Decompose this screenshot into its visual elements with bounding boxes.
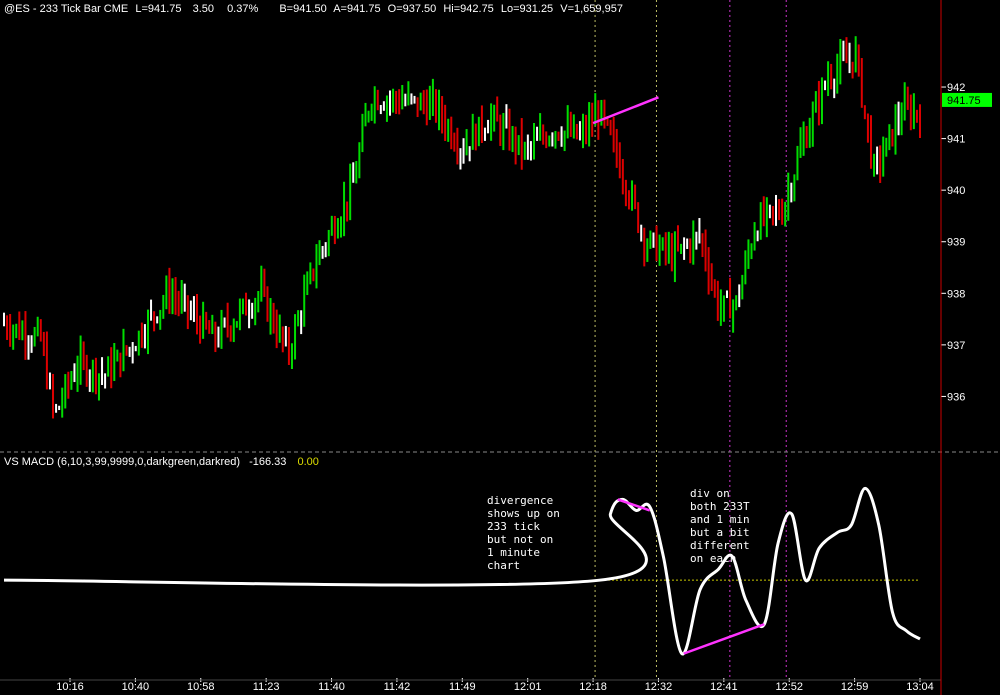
annotation-1-line-5: 1 minute [487, 546, 540, 559]
last-price-label: 941.75 [947, 95, 981, 107]
annotation-1-line-2: shows up on [487, 507, 560, 520]
header-high: Hi=942.75 [443, 3, 493, 15]
time-tick-label: 10:16 [56, 681, 84, 693]
time-tick-label: 12:52 [775, 681, 803, 693]
time-tick-label: 10:40 [122, 681, 150, 693]
price-tick-label: 936 [947, 391, 965, 403]
header-pct: 0.37% [227, 3, 258, 15]
price-tick-label: 938 [947, 288, 965, 300]
annotation-2-line-4: but a bit [690, 526, 750, 539]
price-tick-label: 942 [947, 82, 965, 94]
time-tick-label: 11:49 [449, 681, 476, 693]
header-low: Lo=931.25 [501, 3, 553, 15]
indicator-label: VS MACD (6,10,3,99,9999,0,darkgreen,dark… [4, 456, 240, 468]
time-tick-label: 11:42 [384, 681, 411, 693]
annotation-2-line-3: and 1 min [690, 513, 750, 526]
indicator-value: -166.33 [249, 456, 286, 468]
header-symbol: @ES - 233 Tick Bar CME [4, 3, 128, 15]
annotation-2-line-2: both 233T [690, 500, 750, 513]
price-tick-label: 939 [947, 237, 965, 249]
annotation-2-line-1: div on [690, 487, 730, 500]
time-tick-label: 12:59 [841, 681, 869, 693]
price-tick-label: 937 [947, 340, 965, 352]
price-tick-label: 940 [947, 185, 965, 197]
time-tick-label: 13:04 [906, 681, 934, 693]
chart-canvas: @ES - 233 Tick Bar CME L=941.75 3.50 0.3… [0, 0, 1000, 695]
annotation-1-line-3: 233 tick [487, 520, 540, 533]
header-bid: B=941.50 [279, 3, 326, 15]
annotation-2-line-6: on each [690, 552, 736, 565]
time-tick-label: 12:01 [514, 681, 542, 693]
annotation-2-line-5: different [690, 539, 750, 552]
time-tick-label: 11:23 [253, 681, 280, 693]
header-volume: V=1,659,957 [560, 3, 623, 15]
annotation-1-line-4: but not on [487, 533, 553, 546]
header-line: @ES - 233 Tick Bar CME L=941.75 3.50 0.3… [4, 3, 623, 15]
header-open: O=937.50 [388, 3, 437, 15]
header-change: 3.50 [193, 3, 214, 15]
annotation-1-line-1: divergence [487, 494, 553, 507]
time-tick-label: 12:18 [579, 681, 607, 693]
annotation-1-line-6: chart [487, 559, 520, 572]
time-axis: 10:16 10:40 10:58 11:23 11:40 11:42 11:49 12:01… [0, 678, 941, 693]
indicator-header: VS MACD (6,10,3,99,9999,0,darkgreen,dark… [4, 456, 319, 468]
header-ask: A=941.75 [333, 3, 380, 15]
price-tick-label: 941 [947, 134, 965, 146]
time-tick-label: 10:58 [187, 681, 215, 693]
header-last: L=941.75 [135, 3, 181, 15]
chart-background [0, 0, 1000, 695]
time-tick-label: 12:32 [645, 681, 673, 693]
time-tick-label: 11:40 [318, 681, 345, 693]
indicator-value2: 0.00 [297, 456, 318, 468]
time-tick-label: 12:41 [710, 681, 738, 693]
